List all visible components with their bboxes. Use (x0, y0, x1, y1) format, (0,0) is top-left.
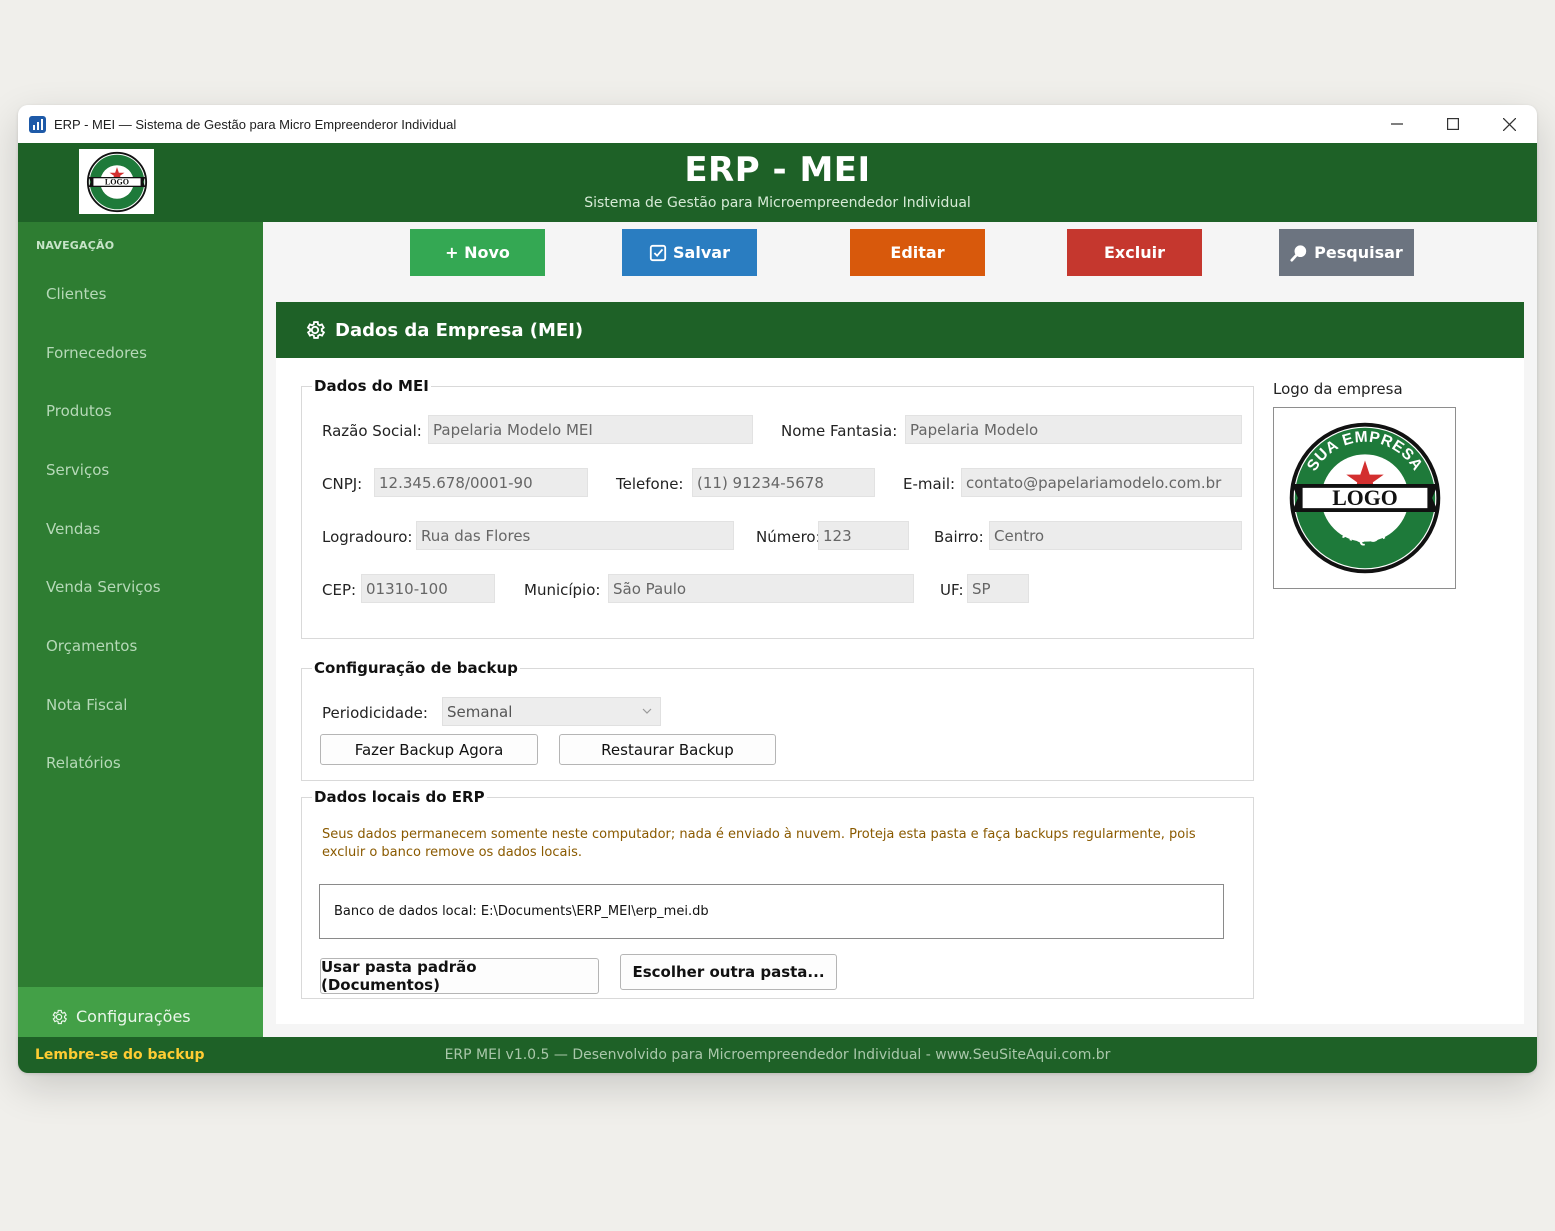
mei-data-legend: Dados do MEI (314, 377, 429, 395)
company-logo-image: LOGO SUA EMPRESA AQUI (1289, 422, 1440, 574)
app-header: LOGO ERP - MEI Sistema de Gestão para Mi… (18, 143, 1537, 222)
toolbar: + Novo Salvar Editar Excluir Pesquisar (263, 222, 1537, 289)
checkbox-icon (649, 244, 667, 261)
app-chart-icon (29, 115, 46, 133)
local-data-warning-line2: excluir o banco remove os dados locais. (322, 845, 582, 860)
backup-legend: Configuração de backup (314, 659, 518, 677)
section-title: Dados da Empresa (MEI) (335, 319, 584, 341)
section-header: Dados da Empresa (MEI) (276, 302, 1524, 358)
sidebar-item-orcamentos[interactable]: Orçamentos (18, 617, 263, 675)
sidebar-item-venda-servicos[interactable]: Venda Serviços (18, 558, 263, 616)
app-title: ERP - MEI (684, 150, 871, 190)
app-window: ERP - MEI — Sistema de Gestão para Micro… (18, 105, 1537, 1073)
email-input[interactable]: contato@papelariamodelo.com.br (961, 468, 1242, 497)
edit-button[interactable]: Editar (850, 229, 985, 276)
logradouro-input[interactable]: Rua das Flores (416, 521, 734, 550)
close-icon (1502, 117, 1516, 131)
sidebar-item-nota-fiscal[interactable]: Nota Fiscal (18, 676, 263, 734)
numero-label: Número: (756, 528, 821, 546)
razao-social-input[interactable]: Papelaria Modelo MEI (428, 415, 753, 444)
window-title: ERP - MEI — Sistema de Gestão para Micro… (54, 116, 457, 132)
periodicidade-select[interactable]: Semanal (442, 697, 661, 726)
local-data-warning-line1: Seus dados permanecem somente neste comp… (322, 827, 1196, 842)
sidebar-item-servicos[interactable]: Serviços (18, 441, 263, 499)
razao-social-label: Razão Social: (322, 422, 422, 440)
bairro-label: Bairro: (934, 528, 984, 546)
delete-button[interactable]: Excluir (1067, 229, 1202, 276)
new-button[interactable]: + Novo (410, 229, 545, 276)
uf-label: UF: (940, 581, 964, 599)
cep-input[interactable]: 01310-100 (361, 574, 495, 603)
cnpj-input[interactable]: 12.345.678/0001-90 (374, 468, 588, 497)
nome-fantasia-input[interactable]: Papelaria Modelo (905, 415, 1242, 444)
cep-label: CEP: (322, 581, 357, 599)
footer-info: ERP MEI v1.0.5 — Desenvolvido para Micro… (444, 1047, 1111, 1063)
restore-backup-button[interactable]: Restaurar Backup (559, 734, 776, 765)
email-label: E-mail: (903, 475, 956, 493)
logradouro-label: Logradouro: (322, 528, 413, 546)
default-folder-button[interactable]: Usar pasta padrão (Documentos) (320, 958, 599, 994)
municipio-label: Município: (524, 581, 601, 599)
backup-now-button[interactable]: Fazer Backup Agora (320, 734, 538, 765)
local-data-legend: Dados locais do ERP (314, 788, 485, 806)
close-button[interactable] (1481, 105, 1537, 143)
sidebar: NAVEGAÇÃO Clientes Fornecedores Produtos… (18, 222, 263, 1046)
status-bar: Lembre-se do backup ERP MEI v1.0.5 — Des… (18, 1037, 1537, 1073)
periodicidade-label: Periodicidade: (322, 704, 428, 722)
telefone-label: Telefone: (616, 475, 684, 493)
choose-folder-button[interactable]: Escolher outra pasta... (620, 954, 837, 990)
logo-label: Logo da empresa (1273, 380, 1403, 398)
app-subtitle: Sistema de Gestão para Microempreendedor… (584, 195, 971, 211)
minimize-icon (1391, 123, 1403, 125)
search-button[interactable]: Pesquisar (1279, 229, 1414, 276)
search-icon (1290, 244, 1307, 262)
sidebar-item-clientes[interactable]: Clientes (18, 265, 263, 323)
sidebar-item-relatorios[interactable]: Relatórios (18, 734, 263, 792)
bairro-input[interactable]: Centro (989, 521, 1242, 550)
logo-frame[interactable]: LOGO SUA EMPRESA AQUI (1273, 407, 1456, 589)
chevron-down-icon (642, 708, 652, 714)
maximize-icon (1447, 118, 1459, 130)
sidebar-item-produtos[interactable]: Produtos (18, 382, 263, 440)
sidebar-item-vendas[interactable]: Vendas (18, 500, 263, 558)
db-path-display: Banco de dados local: E:\Documents\ERP_M… (319, 884, 1224, 939)
company-data-panel: Dados da Empresa (MEI) Dados do MEI Razã… (276, 302, 1524, 1024)
minimize-button[interactable] (1369, 105, 1425, 143)
sidebar-item-label: Configurações (76, 1007, 191, 1026)
uf-input[interactable]: SP (967, 574, 1029, 603)
gear-icon (52, 1009, 68, 1024)
municipio-input[interactable]: São Paulo (608, 574, 914, 603)
save-button[interactable]: Salvar (622, 229, 757, 276)
nav-heading: NAVEGAÇÃO (36, 239, 115, 252)
cnpj-label: CNPJ: (322, 475, 363, 493)
title-bar: ERP - MEI — Sistema de Gestão para Micro… (18, 105, 1537, 143)
sidebar-item-fornecedores[interactable]: Fornecedores (18, 324, 263, 382)
svg-text:LOGO: LOGO (1332, 486, 1398, 510)
maximize-button[interactable] (1425, 105, 1481, 143)
nome-fantasia-label: Nome Fantasia: (781, 422, 898, 440)
telefone-input[interactable]: (11) 91234-5678 (692, 468, 875, 497)
gear-icon (306, 321, 326, 339)
numero-input[interactable]: 123 (818, 521, 909, 550)
